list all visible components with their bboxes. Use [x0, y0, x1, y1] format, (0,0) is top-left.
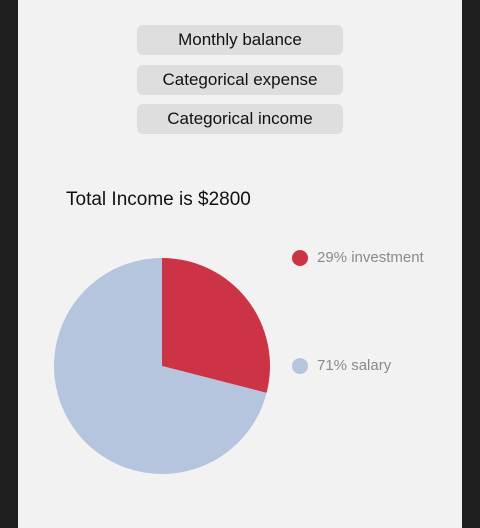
legend-label-investment: 29% investment [317, 249, 424, 266]
legend-label-salary: 71% salary [317, 357, 392, 374]
legend-item-investment: 29% investment [292, 249, 424, 266]
legend-item-salary: 71% salary [292, 357, 391, 374]
legend-swatch-investment [292, 249, 308, 266]
legend-swatch-salary [292, 357, 308, 374]
main-panel: Monthly balance Categorical expense Cate… [18, 0, 462, 528]
